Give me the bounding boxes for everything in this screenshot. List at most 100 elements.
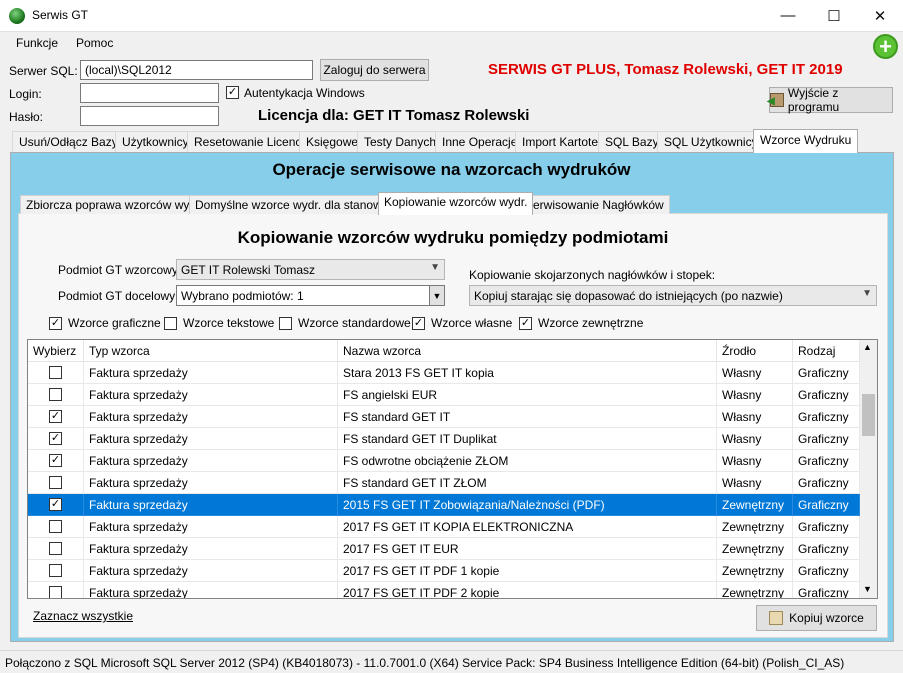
copy-templates-label: Kopiuj wzorce (789, 611, 864, 625)
add-plus-icon[interactable]: + (873, 34, 898, 59)
cell-wybierz[interactable]: ✓ (28, 428, 84, 450)
windows-auth-checkbox[interactable]: ✓ (226, 86, 239, 99)
subtab-serwisowanie-naglowkow[interactable]: Serwisowanie Nagłówków (519, 195, 670, 214)
cell-wybierz[interactable] (28, 384, 84, 406)
table-row[interactable]: ✓ Faktura sprzedaży FS standard GET IT Włas… (28, 406, 860, 428)
filter-wzorce-graficzne[interactable]: ✓ Wzorce graficzne (49, 316, 161, 330)
scrollbar-thumb[interactable] (862, 394, 875, 436)
password-input[interactable] (80, 106, 219, 126)
table-row[interactable]: Faktura sprzedaży 2017 FS GET IT EUR Zewnę… (28, 538, 860, 560)
filter-checkbox[interactable]: ✓ (519, 316, 532, 330)
cell-rodzaj: Graficzny (793, 406, 860, 428)
row-checkbox[interactable] (49, 564, 62, 577)
tab-inne-operacje[interactable]: Inne Operacje (435, 131, 525, 152)
row-checkbox[interactable] (49, 388, 62, 401)
cell-nazwa-wzorca: 2017 FS GET IT EUR (338, 538, 717, 560)
row-checkbox[interactable] (49, 542, 62, 555)
column-header-nazwa-wzorca[interactable]: Nazwa wzorca (338, 340, 717, 362)
cell-wybierz[interactable] (28, 538, 84, 560)
cell-rodzaj: Graficzny (793, 538, 860, 560)
cell-typ-wzorca: Faktura sprzedaży (84, 494, 338, 516)
tab-resetowanie-licencji[interactable]: Resetowanie Licencji (187, 131, 314, 152)
login-server-button[interactable]: Zaloguj do serwera (320, 59, 429, 81)
tab-import-kartotek[interactable]: Import Kartotek (515, 131, 612, 152)
cell-rodzaj: Graficzny (793, 428, 860, 450)
filter-checkbox[interactable] (164, 316, 177, 330)
source-company-select[interactable]: GET IT Rolewski Tomasz ▼ (176, 259, 445, 280)
cell-wybierz[interactable] (28, 582, 84, 598)
filter-checkbox[interactable]: ✓ (412, 316, 425, 330)
server-input[interactable]: (local)\SQL2012 (80, 60, 313, 80)
exit-button[interactable]: ◀ Wyjście z programu (767, 86, 893, 114)
row-checkbox[interactable]: ✓ (49, 410, 62, 423)
row-checkbox[interactable]: ✓ (49, 498, 62, 511)
cell-wybierz[interactable]: ✓ (28, 494, 84, 516)
table-row[interactable]: Faktura sprzedaży Stara 2013 FS GET IT ko… (28, 362, 860, 384)
table-row[interactable]: Faktura sprzedaży 2017 FS GET IT PDF 2 ko… (28, 582, 860, 598)
exit-label: Wyjście z programu (787, 86, 840, 114)
window-title: Serwis GT (32, 8, 89, 22)
cell-zrodlo: Zewnętrzny (717, 582, 793, 598)
target-company-select[interactable]: Wybrano podmiotów: 1 ▼ (176, 285, 445, 306)
copy-section-title: Kopiowanie wzorców wydruku pomiędzy podm… (237, 228, 669, 247)
grid-scrollbar[interactable]: ▲ ▼ (860, 340, 877, 598)
select-all-link[interactable]: Zaznacz wszystkie (33, 609, 133, 623)
filter-checkbox[interactable] (279, 316, 292, 330)
table-row[interactable]: Faktura sprzedaży FS angielski EUR Własny G… (28, 384, 860, 406)
filter-checkbox[interactable]: ✓ (49, 316, 62, 330)
scroll-up-icon[interactable]: ▲ (863, 342, 872, 352)
row-checkbox[interactable]: ✓ (49, 454, 62, 467)
minimize-button[interactable]: — (765, 0, 811, 31)
tab-usun-odlacz-bazy[interactable]: Usuń/Odłącz Bazy (12, 131, 125, 152)
cell-nazwa-wzorca: FS standard GET IT (338, 406, 717, 428)
row-checkbox[interactable] (49, 586, 62, 598)
tab-sql-uzytkownicy[interactable]: SQL Użytkownicy (657, 131, 765, 152)
table-row[interactable]: Faktura sprzedaży 2017 FS GET IT KOPIA EL… (28, 516, 860, 538)
subtab-zbiorcza-poprawa[interactable]: Zbiorcza poprawa wzorców wydr. (20, 195, 209, 214)
headers-copy-select[interactable]: Kopiuj starając się dopasować do istniej… (469, 285, 877, 306)
cell-rodzaj: Graficzny (793, 560, 860, 582)
tab-testy-danych[interactable]: Testy Danych (357, 131, 444, 152)
dropdown-button-icon[interactable]: ▼ (429, 286, 444, 305)
login-input[interactable] (80, 83, 219, 103)
table-row[interactable]: ✓ Faktura sprzedaży FS odwrotne obciążenie… (28, 450, 860, 472)
cell-wybierz[interactable]: ✓ (28, 450, 84, 472)
table-row[interactable]: Faktura sprzedaży 2017 FS GET IT PDF 1 ko… (28, 560, 860, 582)
exit-icon: ◀ (767, 93, 784, 107)
tab-ksiegowe[interactable]: Księgowe (299, 131, 366, 152)
tab-uzytkownicy[interactable]: Użytkownicy (115, 131, 196, 152)
filter-wzorce-standardowe[interactable]: Wzorce standardowe (279, 316, 411, 330)
row-checkbox[interactable] (49, 520, 62, 533)
tab-wzorce-wydruku[interactable]: Wzorce Wydruku (753, 129, 859, 153)
cell-rodzaj: Graficzny (793, 494, 860, 516)
scroll-down-icon[interactable]: ▼ (863, 584, 872, 594)
column-header-zrodlo[interactable]: Źrodło (717, 340, 793, 362)
table-row[interactable]: ✓ Faktura sprzedaży 2015 FS GET IT Zobowią… (28, 494, 860, 516)
column-header-rodzaj[interactable]: Rodzaj (793, 340, 860, 362)
cell-wybierz[interactable] (28, 516, 84, 538)
cell-wybierz[interactable] (28, 472, 84, 494)
subtab-kopiowanie-wzorcow[interactable]: Kopiowanie wzorców wydr. (378, 192, 534, 215)
cell-rodzaj: Graficzny (793, 450, 860, 472)
maximize-button[interactable]: ☐ (811, 0, 857, 31)
close-button[interactable]: ✕ (857, 0, 903, 31)
filter-wzorce-zewnetrzne[interactable]: ✓ Wzorce zewnętrzne (519, 316, 643, 330)
column-header-typ-wzorca[interactable]: Typ wzorca (84, 340, 338, 362)
menu-funkcje[interactable]: Funkcje (16, 36, 58, 50)
row-checkbox[interactable] (49, 476, 62, 489)
column-header-wybierz[interactable]: Wybierz (28, 340, 84, 362)
row-checkbox[interactable]: ✓ (49, 432, 62, 445)
row-checkbox[interactable] (49, 366, 62, 379)
cell-wybierz[interactable] (28, 560, 84, 582)
cell-wybierz[interactable]: ✓ (28, 406, 84, 428)
tab-sql-bazy[interactable]: SQL Bazy (598, 131, 666, 152)
table-row[interactable]: Faktura sprzedaży FS standard GET IT ZŁOM… (28, 472, 860, 494)
filter-wzorce-tekstowe[interactable]: Wzorce tekstowe (164, 316, 274, 330)
filter-wzorce-wlasne[interactable]: ✓ Wzorce własne (412, 316, 512, 330)
cell-wybierz[interactable] (28, 362, 84, 384)
table-row[interactable]: ✓ Faktura sprzedaży FS standard GET IT Dup… (28, 428, 860, 450)
product-title: SERWIS GT PLUS, Tomasz Rolewski, GET IT … (488, 61, 843, 78)
subtab-domyslne-wzorce[interactable]: Domyślne wzorce wydr. dla stanowisk (189, 195, 403, 214)
copy-templates-button[interactable]: Kopiuj wzorce (756, 605, 877, 631)
menu-pomoc[interactable]: Pomoc (76, 36, 113, 50)
